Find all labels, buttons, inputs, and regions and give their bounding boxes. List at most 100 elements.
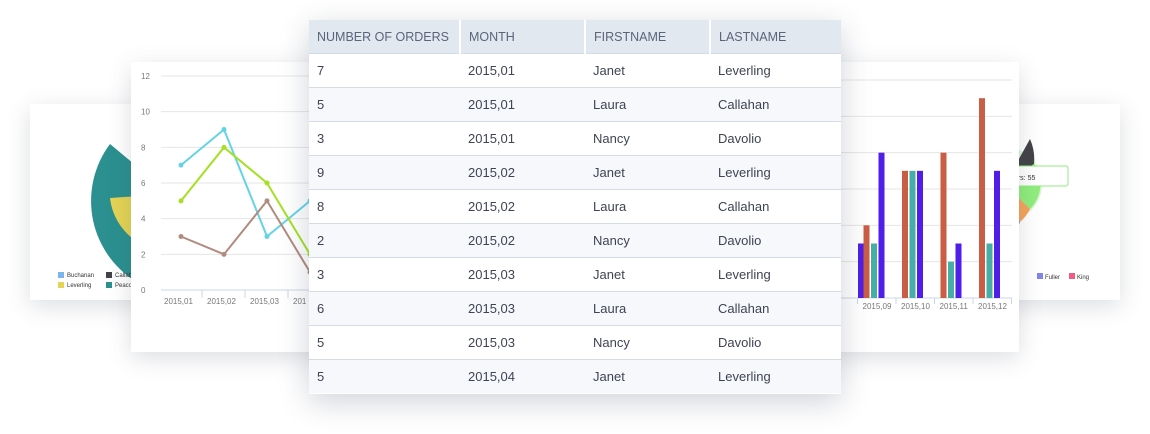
- pie-legend-left: Buchanan Callah Leverling Peaco: [58, 272, 133, 289]
- cell-firstname: Nancy: [585, 223, 710, 258]
- cell-lastname: Callahan: [710, 189, 841, 224]
- cell-month: 2015,01: [460, 87, 585, 122]
- data-point: [221, 251, 227, 257]
- bar: [878, 152, 885, 298]
- cell-lastname: Callahan: [710, 291, 841, 326]
- legend-leverling: Leverling: [67, 283, 91, 289]
- cell-orders: 3: [309, 257, 460, 292]
- bar: [940, 152, 947, 298]
- y-tick-label: 8: [141, 143, 146, 152]
- orders-table: NUMBER OF ORDERS MONTH FIRSTNAME LASTNAM…: [309, 20, 841, 393]
- y-tick-label: 2: [141, 250, 146, 259]
- x-tick-label: 201: [293, 297, 307, 306]
- data-point: [264, 198, 270, 204]
- cell-firstname: Janet: [585, 359, 710, 393]
- bar: [986, 243, 993, 298]
- cell-firstname: Laura: [585, 189, 710, 224]
- cell-firstname: Janet: [585, 53, 710, 88]
- column-header-firstname[interactable]: FIRSTNAME: [585, 20, 711, 54]
- cell-lastname: Callahan: [710, 87, 841, 122]
- series-line: [180, 199, 311, 273]
- bar: [994, 170, 1000, 298]
- legend-king: King: [1077, 275, 1089, 281]
- data-point: [178, 162, 184, 168]
- cell-month: 2015,02: [460, 155, 585, 190]
- y-tick-label: 12: [141, 72, 150, 81]
- cell-firstname: Janet: [585, 155, 710, 190]
- cell-firstname: Nancy: [585, 325, 710, 360]
- table-row[interactable]: 8 2015,02 Laura Callahan: [309, 189, 841, 224]
- column-header-month[interactable]: MONTH: [460, 20, 586, 54]
- cell-month: 2015,03: [460, 325, 585, 360]
- y-tick-label: 10: [141, 108, 150, 117]
- legend-callahan: Callah: [115, 273, 132, 279]
- cell-orders: 5: [309, 359, 460, 393]
- cell-month: 2015,01: [460, 53, 585, 88]
- data-point: [264, 234, 270, 239]
- cell-firstname: Laura: [585, 87, 710, 122]
- bar: [979, 98, 985, 298]
- bar: [902, 170, 908, 298]
- table-row[interactable]: 7 2015,01 Janet Leverling: [309, 53, 841, 88]
- x-tick-label: 2015,03: [250, 297, 279, 306]
- table-header-row: NUMBER OF ORDERS MONTH FIRSTNAME LASTNAM…: [309, 20, 841, 54]
- cell-firstname: Laura: [585, 291, 710, 326]
- cell-lastname: Leverling: [710, 359, 841, 393]
- cell-orders: 9: [309, 155, 460, 190]
- x-tick-label: 2015,01: [164, 297, 193, 306]
- bar: [863, 225, 870, 298]
- cell-lastname: Leverling: [710, 257, 841, 292]
- orders-data-grid: NUMBER OF ORDERS MONTH FIRSTNAME LASTNAM…: [309, 20, 841, 394]
- cell-orders: 3: [309, 121, 460, 156]
- x-tick-label: 2015,02: [207, 297, 236, 306]
- bar: [871, 243, 877, 298]
- cell-month: 2015,03: [460, 257, 585, 292]
- y-tick-label: 0: [141, 286, 146, 295]
- y-tick-label: 4: [141, 215, 146, 224]
- data-point: [264, 180, 270, 186]
- legend-fuller: Fuller: [1045, 275, 1060, 281]
- cell-orders: 6: [309, 291, 460, 326]
- bar: [909, 170, 916, 298]
- cell-month: 2015,04: [460, 359, 585, 393]
- cell-lastname: Davolio: [710, 223, 841, 258]
- bar: [858, 243, 864, 298]
- cell-lastname: Davolio: [710, 121, 841, 156]
- table-row[interactable]: 2 2015,02 Nancy Davolio: [309, 223, 841, 258]
- bar: [917, 170, 923, 298]
- cell-lastname: Leverling: [710, 155, 841, 190]
- x-tick-label: 2015,11: [940, 302, 969, 311]
- x-tick-label: 2015,09: [863, 302, 892, 311]
- data-point: [178, 234, 184, 239]
- cell-orders: 5: [309, 87, 460, 122]
- column-header-lastname[interactable]: LASTNAME: [710, 20, 841, 54]
- table-row[interactable]: 3 2015,01 Nancy Davolio: [309, 121, 841, 156]
- cell-month: 2015,03: [460, 291, 585, 326]
- cell-month: 2015,01: [460, 121, 585, 156]
- data-point: [221, 144, 227, 150]
- data-point: [178, 198, 184, 204]
- table-row[interactable]: 3 2015,03 Janet Leverling: [309, 257, 841, 292]
- data-point: [221, 127, 227, 132]
- table-row[interactable]: 9 2015,02 Janet Leverling: [309, 155, 841, 190]
- cell-orders: 2: [309, 223, 460, 258]
- table-row[interactable]: 5 2015,04 Janet Leverling: [309, 359, 841, 393]
- cell-lastname: Leverling: [710, 53, 841, 88]
- table-row[interactable]: 5 2015,01 Laura Callahan: [309, 87, 841, 122]
- legend-buchanan: Buchanan: [67, 273, 94, 279]
- column-header-number-of-orders[interactable]: NUMBER OF ORDERS: [309, 20, 461, 54]
- cell-firstname: Janet: [585, 257, 710, 292]
- cell-firstname: Nancy: [585, 121, 710, 156]
- x-tick-label: 2015,12: [978, 302, 1007, 311]
- bar: [955, 243, 962, 298]
- cell-orders: 8: [309, 189, 460, 224]
- table-row[interactable]: 6 2015,03 Laura Callahan: [309, 291, 841, 326]
- cell-month: 2015,02: [460, 223, 585, 258]
- table-row[interactable]: 5 2015,03 Nancy Davolio: [309, 325, 841, 360]
- bar: [948, 261, 954, 298]
- cell-month: 2015,02: [460, 189, 585, 224]
- cell-lastname: Davolio: [710, 325, 841, 360]
- cell-orders: 5: [309, 325, 460, 360]
- y-tick-label: 6: [141, 179, 146, 188]
- pie-legend-right: h Fuller King: [1014, 273, 1089, 281]
